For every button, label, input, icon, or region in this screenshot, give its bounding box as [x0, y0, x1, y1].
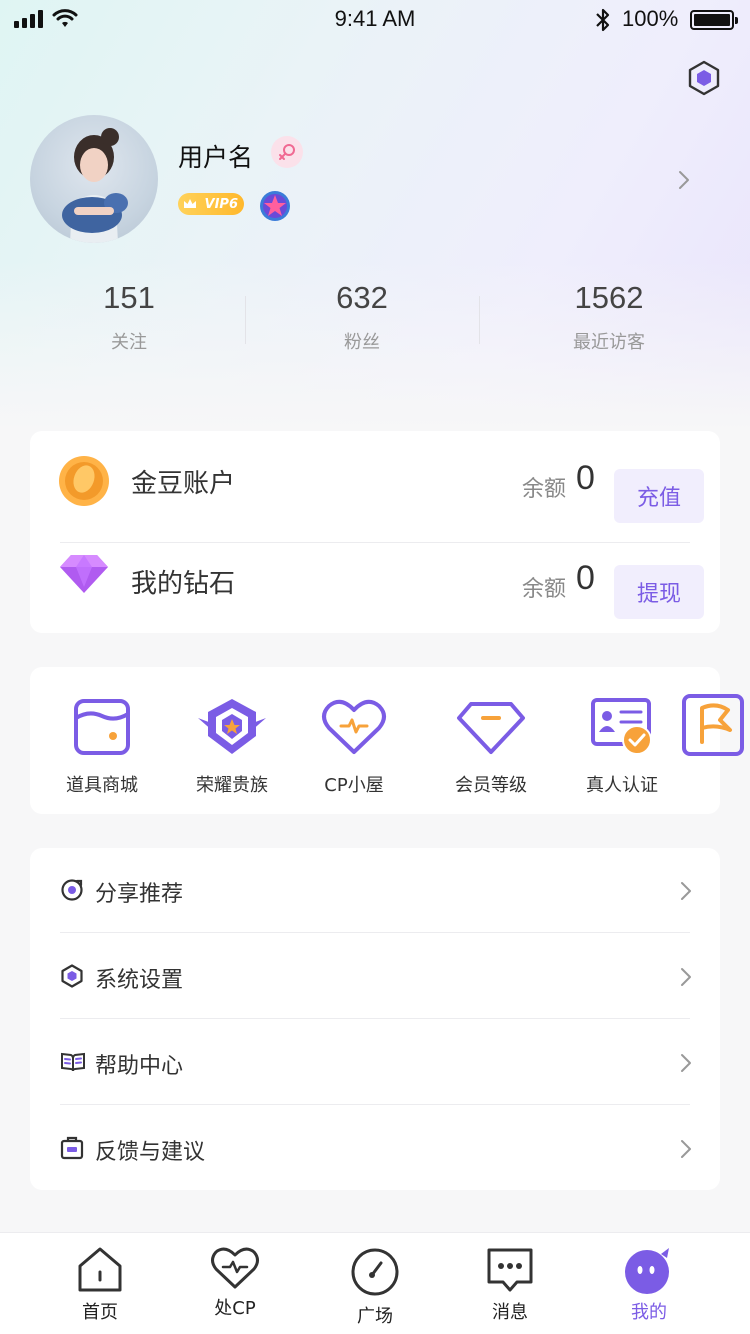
menu-item-help[interactable]: 帮助中心 [30, 1020, 720, 1106]
feature-label: 荣耀贵族 [196, 775, 268, 796]
gold-balance-value: 0 [576, 459, 595, 497]
withdraw-button[interactable]: 提现 [614, 565, 704, 619]
avatar[interactable] [30, 115, 158, 243]
bottom-tab-bar: 首页 处CP 广场 消息 我的 [0, 1232, 750, 1334]
menu-divider [60, 1104, 690, 1105]
menu-item-settings[interactable]: 系统设置 [30, 934, 720, 1020]
tab-label: 首页 [82, 1302, 118, 1323]
chevron-right-icon [681, 1140, 691, 1158]
stat-label: 最近访客 [573, 332, 645, 353]
battery-percent: 100% [622, 6, 679, 31]
stat-label: 粉丝 [344, 332, 380, 353]
menu-divider [60, 932, 690, 933]
features-card: 道具商城 荣耀贵族 CP小屋 会员等级 真人认证 [30, 667, 744, 814]
menu-label: 分享推荐 [95, 882, 184, 907]
feature-label: 真人认证 [586, 775, 658, 796]
star-badge-icon [260, 191, 290, 221]
diamond-balance-value: 0 [576, 559, 595, 597]
stat-divider [245, 296, 246, 344]
feature-flag[interactable] [681, 693, 745, 757]
feature-label: CP小屋 [324, 775, 384, 796]
diamond-level-icon [457, 702, 525, 754]
menu-divider [60, 1018, 690, 1019]
tab-mine[interactable]: 我的 [594, 1245, 704, 1324]
feature-shop[interactable]: 道具商城 [42, 695, 162, 797]
id-verify-icon [591, 698, 652, 755]
stat-value: 151 [103, 280, 155, 315]
gold-coin-icon [59, 456, 109, 506]
female-icon [271, 136, 303, 168]
gold-balance-label: 余额 [522, 477, 567, 502]
crown-icon [184, 199, 196, 208]
menu-label: 系统设置 [95, 968, 184, 993]
diamond-account-row[interactable]: 我的钻石 余额 0 提现 [30, 531, 720, 631]
status-bar: 9:41 AM 100% [0, 0, 750, 40]
noble-badge-icon [198, 699, 266, 754]
vip-label: VIP6 [204, 196, 238, 212]
stat-following[interactable]: 151 关注 [69, 280, 189, 354]
settings-hex-icon [61, 964, 83, 988]
recharge-button[interactable]: 充值 [614, 469, 704, 523]
feature-member-level[interactable]: 会员等级 [431, 695, 551, 797]
diamond-icon [60, 555, 108, 593]
stat-value: 1562 [574, 280, 644, 315]
feature-real-verify[interactable]: 真人认证 [562, 695, 682, 797]
book-icon [61, 1052, 85, 1072]
tab-messages[interactable]: 消息 [455, 1245, 565, 1324]
vip-badge: VIP6 [178, 193, 244, 215]
profile-chevron-right-icon[interactable] [676, 168, 692, 192]
stat-visitors[interactable]: 1562 最近访客 [539, 280, 679, 354]
compass-icon [351, 1248, 399, 1296]
menu-item-share[interactable]: 分享推荐 [30, 848, 720, 934]
diamond-account-title: 我的钻石 [131, 569, 236, 599]
battery-icon [690, 10, 738, 30]
menu-card: 分享推荐 系统设置 帮助中心 反馈与建议 [30, 848, 720, 1190]
feature-label: 道具商城 [66, 775, 138, 796]
diamond-balance-label: 余额 [522, 577, 567, 602]
menu-item-feedback[interactable]: 反馈与建议 [30, 1106, 720, 1192]
mascot-icon [625, 1248, 669, 1294]
flag-icon [682, 694, 744, 756]
menu-label: 帮助中心 [95, 1054, 184, 1079]
shop-icon [74, 699, 130, 755]
chevron-right-icon [681, 968, 691, 986]
feedback-icon [60, 1136, 84, 1160]
bluetooth-icon [596, 8, 610, 32]
settings-icon[interactable] [686, 60, 722, 96]
gold-account-row[interactable]: 金豆账户 余额 0 充值 [30, 431, 720, 531]
stat-value: 632 [336, 280, 388, 315]
tab-label: 我的 [631, 1302, 667, 1323]
username: 用户名 [178, 143, 254, 172]
feature-noble[interactable]: 荣耀贵族 [172, 695, 292, 797]
avatar-image [62, 128, 128, 243]
share-icon [61, 879, 83, 901]
feature-cp-house[interactable]: CP小屋 [294, 695, 414, 797]
feature-label: 会员等级 [455, 775, 527, 796]
chevron-right-icon [681, 882, 691, 900]
message-icon [487, 1248, 533, 1292]
tab-label: 处CP [214, 1298, 256, 1319]
heart-pulse-icon [211, 1247, 259, 1289]
home-icon [78, 1247, 122, 1292]
stat-followers[interactable]: 632 粉丝 [302, 280, 422, 354]
menu-label: 反馈与建议 [95, 1140, 206, 1165]
tab-label: 广场 [357, 1306, 393, 1327]
tab-home[interactable]: 首页 [45, 1245, 155, 1324]
tab-plaza[interactable]: 广场 [320, 1245, 430, 1328]
chevron-right-icon [681, 1054, 691, 1072]
tab-cp[interactable]: 处CP [180, 1245, 290, 1320]
tab-label: 消息 [492, 1302, 528, 1323]
heart-icon [322, 699, 386, 754]
stat-divider [479, 296, 480, 344]
stat-label: 关注 [111, 332, 147, 353]
gold-account-title: 金豆账户 [131, 469, 236, 499]
profile-stats: 151 关注 632 粉丝 1562 最近访客 [0, 280, 750, 370]
wallet-card: 金豆账户 余额 0 充值 我的钻石 余额 0 提现 [30, 431, 720, 633]
